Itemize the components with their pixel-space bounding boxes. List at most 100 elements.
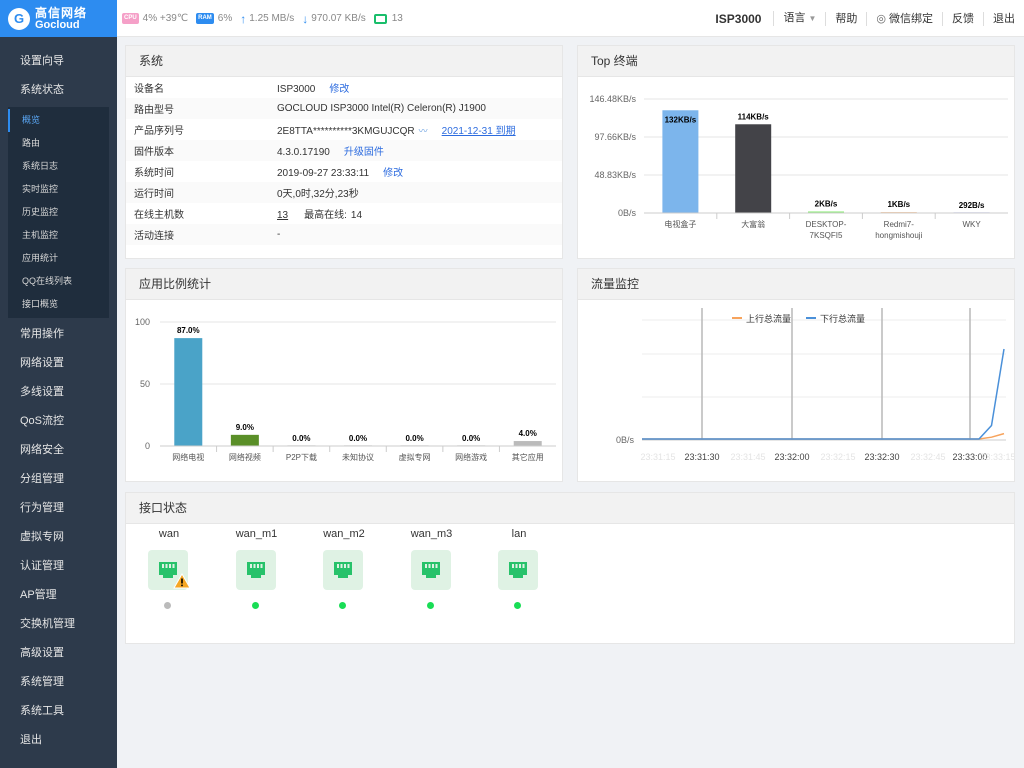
bar-label: 2KB/s: [815, 199, 838, 208]
sidebar-subitem[interactable]: 接口概览: [8, 293, 109, 316]
bar[interactable]: [513, 441, 542, 446]
row-value-cell: 13 最高在线: 14: [269, 203, 562, 224]
row-link[interactable]: 修改: [329, 84, 349, 95]
system-info-table: 设备名 ISP3000 修改 路由型号 GOCLOUD ISP3000 Intel(R)…: [126, 77, 562, 245]
x-tick-label: 7KSQFI5: [810, 231, 843, 240]
sidebar-item[interactable]: AP管理: [0, 581, 117, 610]
row-value-cell: ISP3000 修改: [269, 77, 562, 98]
row-value-cell: 4.3.0.17190 升级固件: [269, 140, 562, 161]
sidebar-item[interactable]: 网络安全: [0, 436, 117, 465]
faint-x-label: 23:31:15: [640, 452, 675, 462]
row-link[interactable]: 2021-12-31 到期: [442, 126, 516, 137]
feedback-link[interactable]: 反馈: [942, 11, 983, 26]
interface-port[interactable]: wan_m2: [323, 528, 411, 609]
interface-port[interactable]: wan_m1: [235, 528, 324, 609]
traffic-panel: 流量监控 0B/s 23:31:30 23:32:00 23:32:30 23:33:0…: [577, 268, 1016, 482]
sidebar-subitem[interactable]: 实时监控: [8, 178, 109, 201]
sidebar-subitem[interactable]: 历史监控: [8, 201, 109, 224]
wave-icon: 〰: [418, 126, 428, 136]
faint-x-label: 23:32:45: [910, 452, 945, 462]
language-menu[interactable]: 语言 ▼: [773, 11, 825, 26]
row-value-cell: 2E8TTA**********3KMGUJCQR 〰 2021-12-31 到期: [269, 119, 562, 140]
sidebar-item[interactable]: 设置向导: [0, 47, 117, 76]
bar-label: 87.0%: [177, 326, 200, 335]
x-tick-label: WKY: [962, 220, 981, 229]
x-tick-label: 电视盒子: [664, 219, 696, 229]
sidebar-item[interactable]: 分组管理: [0, 465, 117, 494]
interface-port[interactable]: wan: [148, 528, 236, 609]
sidebar-item[interactable]: 网络设置: [0, 349, 117, 378]
sidebar-item[interactable]: QoS流控: [0, 407, 117, 436]
row-value-cell: -: [269, 224, 562, 245]
x-tick-label: P2P下载: [286, 452, 317, 462]
cpu-value: 4% +39℃: [142, 13, 189, 24]
system-panel: 系统 设备名 ISP3000 修改 路由型号 GOCLOUD ISP3000 Intel…: [125, 45, 563, 259]
bar-label: 0.0%: [292, 434, 310, 443]
sidebar-item[interactable]: 认证管理: [0, 552, 117, 581]
row-value: 2019-09-27 23:33:11: [277, 168, 370, 179]
ethernet-port-icon: [410, 550, 451, 590]
sidebar-item[interactable]: 虚拟专网: [0, 523, 117, 552]
sidebar-item[interactable]: 系统状态: [0, 76, 117, 105]
row-value: 4.3.0.17190: [277, 147, 330, 158]
top-terminal-title: Top 终端: [578, 46, 1014, 77]
sidebar-subitem[interactable]: 应用统计: [8, 247, 109, 270]
sidebar-item[interactable]: 行为管理: [0, 494, 117, 523]
interface-status-panel: 接口状态 wan wan_m1 wan_m2 wan_m3 lan: [125, 492, 1015, 644]
legend-label[interactable]: 上行总流量: [746, 313, 791, 324]
x-tick-label: 23:32:30: [864, 452, 899, 462]
y-tick-label: 97.66KB/s: [594, 132, 636, 142]
brand-logo[interactable]: G 高信网络 Gocloud: [0, 0, 117, 37]
help-link[interactable]: 帮助: [825, 11, 866, 26]
max-online-value: 14: [350, 210, 363, 221]
sidebar-subitem[interactable]: 主机监控: [8, 224, 109, 247]
sidebar-item[interactable]: 系统工具: [0, 697, 117, 726]
row-value: 2E8TTA**********3KMGUJCQR: [277, 126, 415, 137]
sidebar-item[interactable]: 系统管理: [0, 668, 117, 697]
interface-port[interactable]: lan: [498, 528, 586, 609]
row-key: 在线主机数: [134, 210, 184, 221]
sidebar-item[interactable]: 常用操作: [0, 320, 117, 349]
download-stat: ↓ 970.07 KB/s: [302, 12, 365, 26]
y-tick-label: 50: [140, 379, 150, 389]
logo-mark: G: [8, 7, 30, 30]
sidebar-subitem[interactable]: 概览: [8, 109, 109, 132]
bar[interactable]: [230, 434, 259, 446]
port-name: wan_m3: [410, 528, 453, 540]
table-row: 在线主机数 13 最高在线: 14: [126, 203, 562, 224]
max-online-label: 最高在线:: [304, 210, 347, 221]
row-key: 运行时间: [126, 182, 269, 203]
warning-icon: [173, 572, 191, 592]
row-key: 活动连接: [126, 224, 269, 245]
sidebar-item[interactable]: 高级设置: [0, 639, 117, 668]
sidebar-subitem[interactable]: 路由: [8, 132, 109, 155]
wechat-bind-link[interactable]: ◎ 微信绑定: [866, 11, 942, 26]
cpu-icon: CPU: [122, 13, 139, 24]
bar[interactable]: [735, 124, 772, 213]
ethernet-port-icon: [498, 550, 538, 590]
status-dot: [251, 602, 259, 609]
logout-link[interactable]: 退出: [983, 11, 1024, 26]
x-tick-label: 未知协议: [342, 452, 374, 462]
ethernet-port-icon: [148, 550, 191, 592]
sidebar-item[interactable]: 交换机管理: [0, 610, 117, 639]
app-ratio-title: 应用比例统计: [126, 269, 562, 300]
ram-value: 6%: [217, 13, 233, 24]
row-link[interactable]: 升级固件: [344, 147, 384, 158]
row-value: ISP3000: [277, 84, 316, 95]
interface-port[interactable]: wan_m3: [410, 528, 499, 609]
sidebar-item[interactable]: 退出: [0, 726, 117, 755]
table-row: 设备名 ISP3000 修改: [126, 77, 562, 98]
row-key: 系统时间: [134, 168, 174, 179]
row-value[interactable]: 13: [277, 210, 288, 221]
row-link[interactable]: 修改: [383, 168, 403, 179]
sidebar-subitem[interactable]: QQ在线列表: [8, 270, 109, 293]
legend-label[interactable]: 下行总流量: [820, 313, 865, 324]
sidebar-item[interactable]: 多线设置: [0, 378, 117, 407]
bar[interactable]: [662, 110, 699, 213]
bar[interactable]: [174, 338, 203, 446]
port-name: lan: [511, 528, 527, 540]
status-dot: [514, 602, 521, 609]
app-ratio-chart: 0 50 100 87.0% 网络电视 9.0% 网络视频 0.0% P2P下载 0.0% 未知协议…: [135, 317, 556, 462]
sidebar-subitem[interactable]: 系统日志: [8, 155, 109, 178]
